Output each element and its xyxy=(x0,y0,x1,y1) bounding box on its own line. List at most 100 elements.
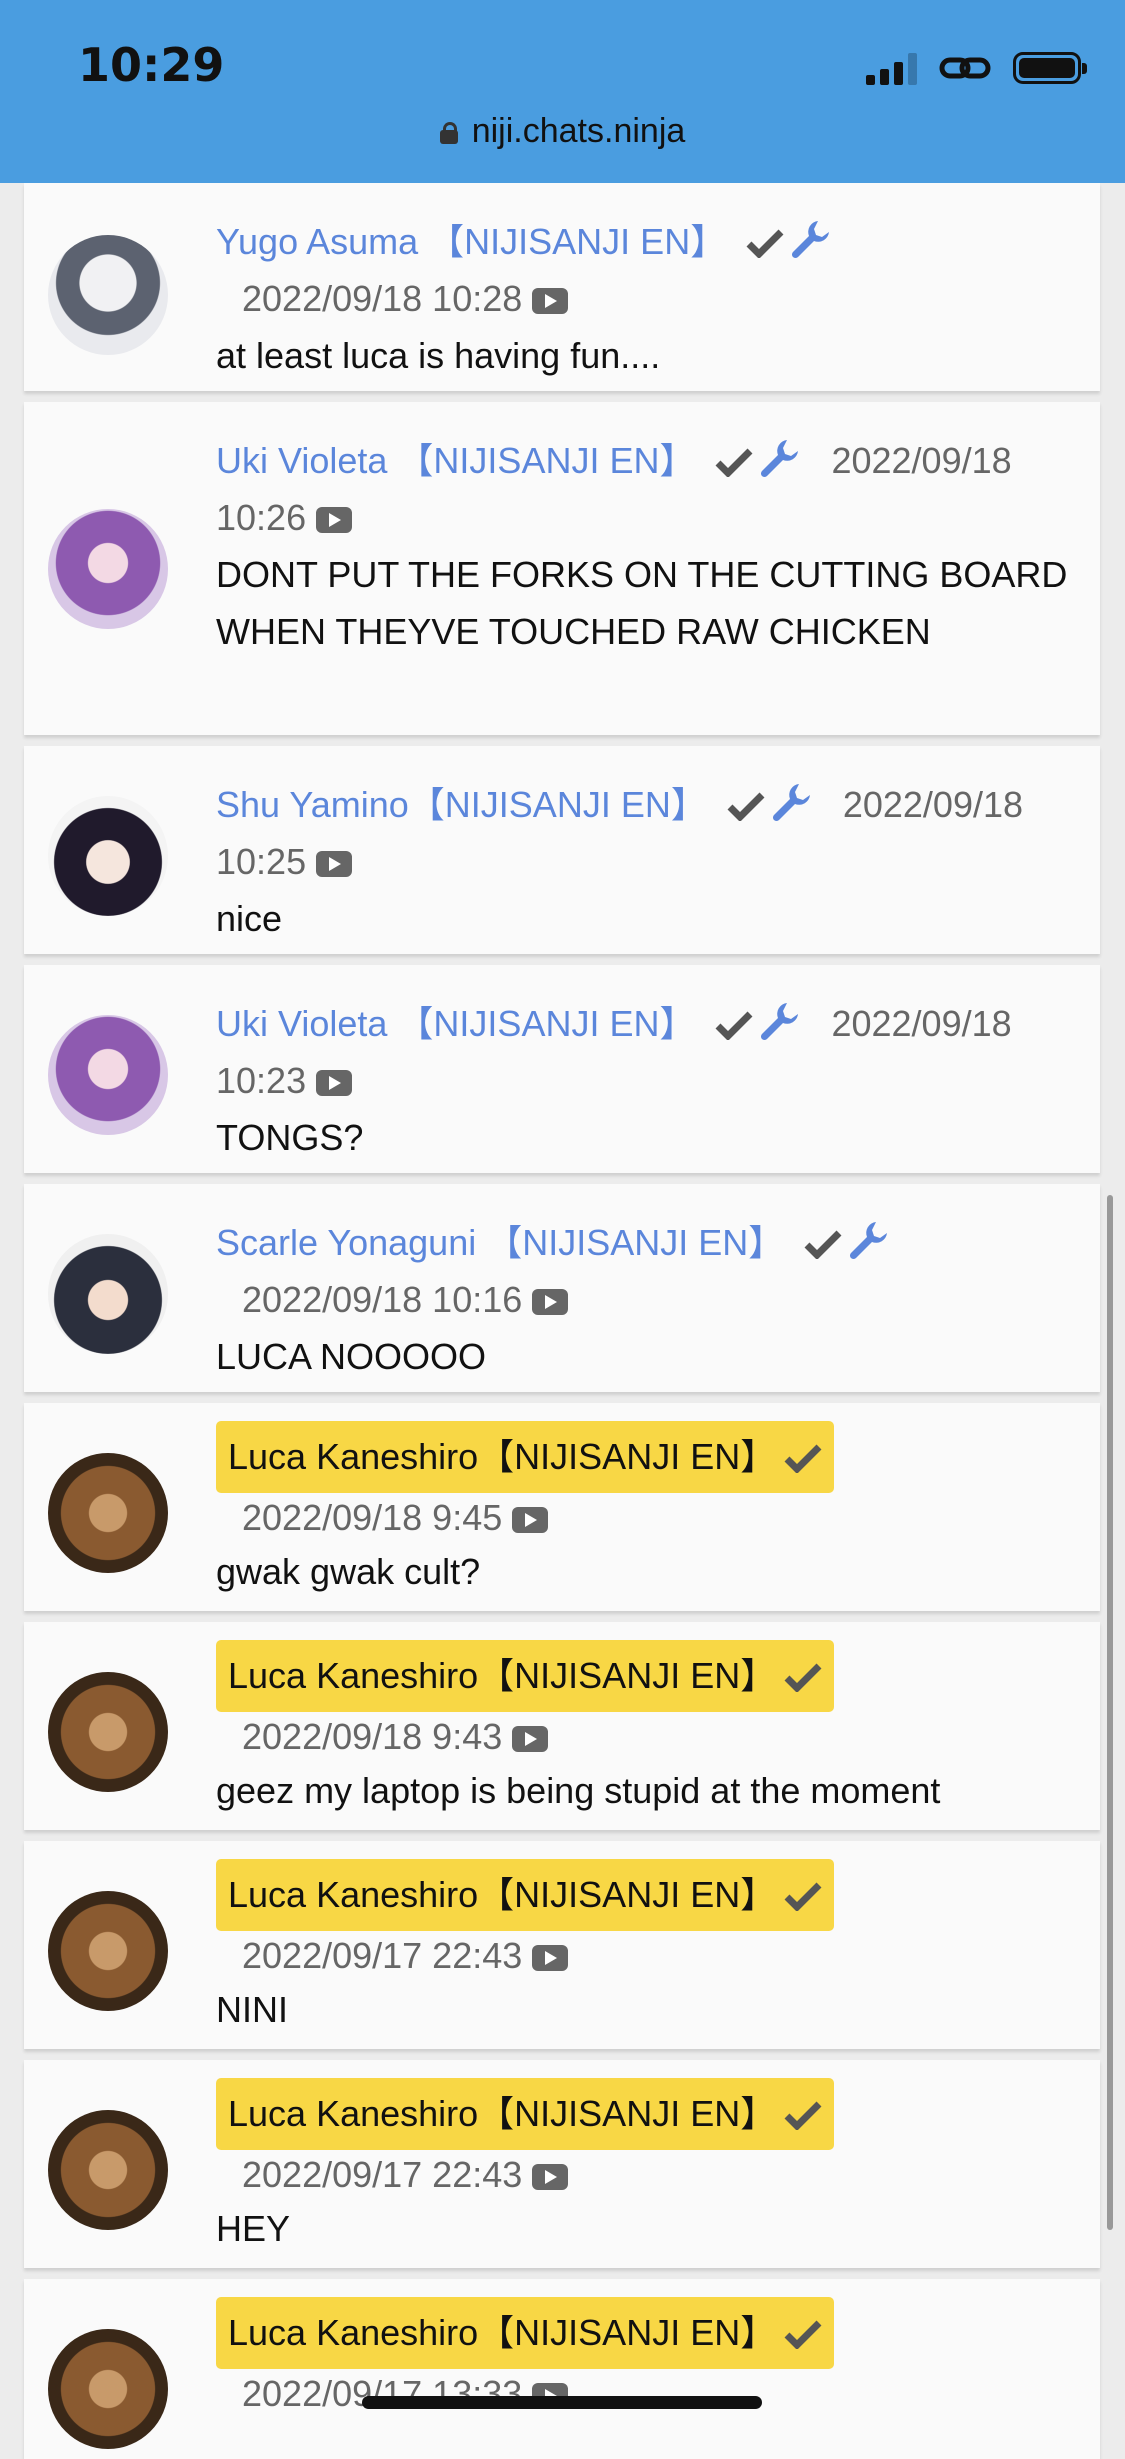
avatar xyxy=(48,1891,168,2011)
message-header: Shu Yamino【NIJISANJI EN】 2022/09/18 10:25 xyxy=(216,776,1070,890)
message-text: NINI xyxy=(216,1989,288,2030)
message-header: Luca Kaneshiro【NIJISANJI EN】 xyxy=(216,1859,1070,1931)
youtube-icon[interactable] xyxy=(316,1070,353,1096)
author-badge[interactable]: Luca Kaneshiro【NIJISANJI EN】 xyxy=(216,1859,835,1931)
avatar xyxy=(48,1015,168,1135)
link-icon xyxy=(939,57,991,79)
avatar xyxy=(48,509,168,629)
author-badge[interactable]: Luca Kaneshiro【NIJISANJI EN】 xyxy=(216,2078,835,2150)
timestamp-line: 2022/09/18 9:45 xyxy=(216,1493,1070,1543)
timestamp-line: 2022/09/18 10:28 xyxy=(216,270,1070,327)
chat-message: Luca Kaneshiro【NIJISANJI EN】 2022/09/17 1… xyxy=(24,2279,1100,2459)
chat-message: Luca Kaneshiro【NIJISANJI EN】 2022/09/18 9… xyxy=(24,1622,1100,1830)
message-text: LUCA NOOOOO xyxy=(216,1336,487,1377)
timestamp: 2022/09/17 22:43 xyxy=(242,2154,523,2195)
author-name: Luca Kaneshiro【NIJISANJI EN】 xyxy=(228,2312,777,2353)
author-name[interactable]: Yugo Asuma 【NIJISANJI EN】 xyxy=(216,221,726,262)
author-name[interactable]: Scarle Yonaguni 【NIJISANJI EN】 xyxy=(216,1222,784,1263)
message-header: Uki Violeta 【NIJISANJI EN】 2022/09/18 10:… xyxy=(216,995,1070,1109)
chat-message: Uki Violeta 【NIJISANJI EN】 2022/09/18 10:… xyxy=(24,965,1100,1173)
youtube-icon[interactable] xyxy=(532,2164,569,2190)
message-text: HEY xyxy=(216,2208,291,2249)
author-name[interactable]: Uki Violeta 【NIJISANJI EN】 xyxy=(216,440,695,481)
avatar xyxy=(48,1453,168,1573)
message-text: DONT PUT THE FORKS ON THE CUTTING BOARD … xyxy=(216,554,1068,652)
message-header: Luca Kaneshiro【NIJISANJI EN】 xyxy=(216,1421,1070,1493)
moderator-wrench-icon xyxy=(792,221,830,259)
verified-check-icon xyxy=(746,229,784,258)
moderator-wrench-icon xyxy=(772,784,810,822)
message-text: at least luca is having fun.... xyxy=(216,335,661,376)
message-text: geez my laptop is being stupid at the mo… xyxy=(216,1770,941,1811)
moderator-wrench-icon xyxy=(761,440,799,478)
message-header: Uki Violeta 【NIJISANJI EN】 2022/09/18 10:… xyxy=(216,432,1070,546)
message-text: TONGS? xyxy=(216,1117,364,1158)
address-bar[interactable]: niji.chats.ninja xyxy=(0,112,1125,151)
avatar xyxy=(48,796,168,916)
verified-check-icon xyxy=(784,1444,822,1473)
message-header: Luca Kaneshiro【NIJISANJI EN】 xyxy=(216,2078,1070,2150)
lock-icon xyxy=(439,122,458,144)
chat-message: Yugo Asuma 【NIJISANJI EN】 2022/09/18 10:2… xyxy=(24,183,1100,391)
url-text: niji.chats.ninja xyxy=(471,112,686,150)
scrollbar[interactable] xyxy=(1107,1195,1113,2230)
timestamp: 2022/09/17 22:43 xyxy=(242,1935,523,1976)
chat-message: Shu Yamino【NIJISANJI EN】 2022/09/18 10:25… xyxy=(24,746,1100,954)
author-name: Luca Kaneshiro【NIJISANJI EN】 xyxy=(228,1655,777,1696)
author-name: Luca Kaneshiro【NIJISANJI EN】 xyxy=(228,2093,777,2134)
avatar xyxy=(48,1234,168,1354)
chat-message: Luca Kaneshiro【NIJISANJI EN】 2022/09/17 2… xyxy=(24,2060,1100,2268)
status-icons xyxy=(866,46,1087,90)
verified-check-icon xyxy=(715,448,753,477)
author-name: Luca Kaneshiro【NIJISANJI EN】 xyxy=(228,1874,777,1915)
message-header: Luca Kaneshiro【NIJISANJI EN】 xyxy=(216,2297,1070,2369)
timestamp-line: 2022/09/17 22:43 xyxy=(216,1931,1070,1981)
verified-check-icon xyxy=(784,2101,822,2130)
youtube-icon[interactable] xyxy=(532,288,569,314)
timestamp: 2022/09/18 10:28 xyxy=(242,278,523,319)
youtube-icon[interactable] xyxy=(532,1945,569,1971)
chat-message: Luca Kaneshiro【NIJISANJI EN】 2022/09/18 9… xyxy=(24,1403,1100,1611)
chat-message: Luca Kaneshiro【NIJISANJI EN】 2022/09/17 2… xyxy=(24,1841,1100,2049)
avatar xyxy=(48,2329,168,2449)
moderator-wrench-icon xyxy=(761,1003,799,1041)
home-indicator[interactable] xyxy=(362,2396,762,2409)
cellular-signal-icon xyxy=(866,51,917,85)
author-badge[interactable]: Luca Kaneshiro【NIJISANJI EN】 xyxy=(216,1640,835,1712)
avatar xyxy=(48,235,168,355)
timestamp-line: 2022/09/18 10:16 xyxy=(216,1271,1070,1328)
verified-check-icon xyxy=(727,792,765,821)
avatar xyxy=(48,1672,168,1792)
verified-check-icon xyxy=(784,1882,822,1911)
verified-check-icon xyxy=(804,1230,842,1259)
message-header: Yugo Asuma 【NIJISANJI EN】 xyxy=(216,213,1070,270)
timestamp: 2022/09/18 10:16 xyxy=(242,1279,523,1320)
author-badge[interactable]: Luca Kaneshiro【NIJISANJI EN】 xyxy=(216,1421,835,1493)
browser-header: 10:29 niji.chats.ninja xyxy=(0,0,1125,183)
timestamp-line: 2022/09/17 22:43 xyxy=(216,2150,1070,2200)
author-name: Luca Kaneshiro【NIJISANJI EN】 xyxy=(228,1436,777,1477)
author-name[interactable]: Shu Yamino【NIJISANJI EN】 xyxy=(216,784,707,825)
youtube-icon[interactable] xyxy=(316,507,353,533)
status-time: 10:29 xyxy=(78,38,225,92)
youtube-icon[interactable] xyxy=(512,1726,549,1752)
verified-check-icon xyxy=(784,2320,822,2349)
message-text: nice xyxy=(216,898,283,939)
moderator-wrench-icon xyxy=(850,1222,888,1260)
battery-icon xyxy=(1013,52,1087,84)
youtube-icon[interactable] xyxy=(532,1289,569,1315)
youtube-icon[interactable] xyxy=(316,851,353,877)
chat-message: Uki Violeta 【NIJISANJI EN】 2022/09/18 10:… xyxy=(24,402,1100,735)
timestamp: 2022/09/18 9:45 xyxy=(242,1497,503,1538)
author-badge[interactable]: Luca Kaneshiro【NIJISANJI EN】 xyxy=(216,2297,835,2369)
verified-check-icon xyxy=(715,1011,753,1040)
youtube-icon[interactable] xyxy=(512,1507,549,1533)
timestamp: 2022/09/18 9:43 xyxy=(242,1716,503,1757)
chat-message: Scarle Yonaguni 【NIJISANJI EN】 2022/09/18… xyxy=(24,1184,1100,1392)
timestamp-line: 2022/09/17 13:33 xyxy=(216,2369,1070,2419)
author-name[interactable]: Uki Violeta 【NIJISANJI EN】 xyxy=(216,1003,695,1044)
message-header: Luca Kaneshiro【NIJISANJI EN】 xyxy=(216,1640,1070,1712)
message-text: gwak gwak cult? xyxy=(216,1551,481,1592)
timestamp-line: 2022/09/18 9:43 xyxy=(216,1712,1070,1762)
avatar xyxy=(48,2110,168,2230)
